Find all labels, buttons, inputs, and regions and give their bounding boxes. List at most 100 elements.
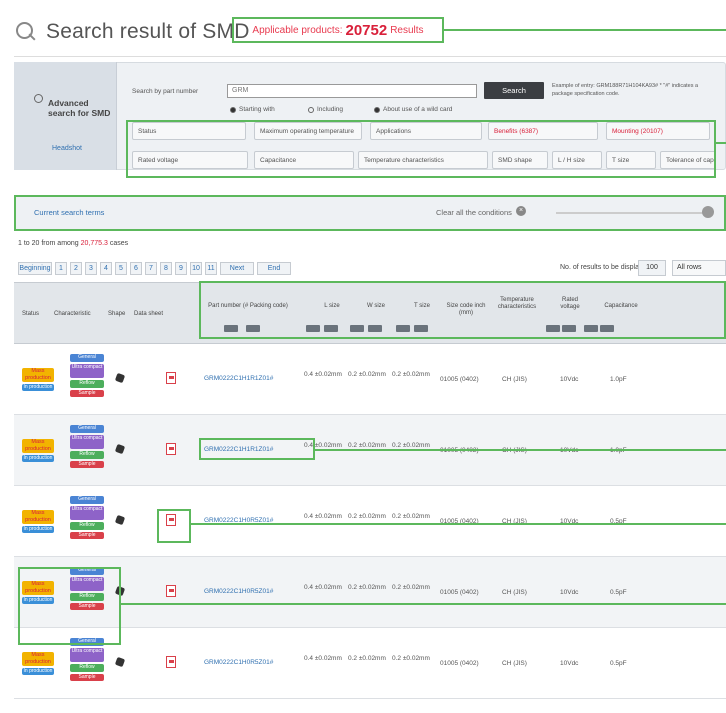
current-search-terms: Current search terms Clear all the condi…	[14, 195, 726, 231]
pagination-item[interactable]: 2	[70, 262, 82, 275]
char-badge-sample: Sample	[70, 674, 104, 681]
pdf-icon[interactable]	[166, 656, 176, 668]
pagination-item[interactable]: 6	[130, 262, 142, 275]
char-badge-ultra: Ultra compact	[70, 435, 104, 449]
pagination-item[interactable]: 5	[115, 262, 127, 275]
advanced-search-title: Advanced search for SMD	[48, 98, 111, 118]
temperature-cell: CH (JIS)	[502, 376, 527, 383]
char-badge-reflow: Reflow	[70, 380, 104, 388]
col-shape: Shape	[108, 311, 126, 317]
search-icon	[14, 20, 38, 44]
l-size-cell: 0.4 ±0.02mm	[304, 513, 342, 520]
part-number-highlight	[199, 438, 315, 460]
w-size-cell: 0.2 ±0.02mm	[348, 371, 386, 378]
radio-including[interactable]: Including	[308, 106, 343, 113]
chip-shape-icon	[114, 514, 126, 526]
page-title: Search result of SMD	[46, 20, 250, 43]
page-header: Search result of SMD	[14, 14, 250, 50]
clear-icon[interactable]: ×	[516, 206, 526, 216]
pagination-item[interactable]: 9	[175, 262, 187, 275]
advanced-search-link[interactable]: Headshot	[52, 145, 82, 152]
w-size-cell: 0.2 ±0.02mm	[348, 584, 386, 591]
wildcard-help[interactable]: About use of a wild card	[374, 106, 452, 113]
status-badge-secondary: In production	[22, 668, 54, 675]
clear-conditions-link[interactable]: Clear all the conditions	[436, 208, 512, 217]
results-count: 1 to 20 from among 20,775.3 cases	[18, 240, 129, 247]
char-badge-reflow: Reflow	[70, 451, 104, 459]
pagination-item[interactable]: End	[257, 262, 291, 275]
help-icon	[374, 106, 380, 113]
l-size-cell: 0.4 ±0.02mm	[304, 655, 342, 662]
display-sort-select[interactable]: All rows	[672, 260, 726, 276]
size-code-cell: 01005 (0402)	[440, 660, 479, 667]
magnifier-icon	[34, 94, 43, 103]
status-badge-secondary: In production	[22, 455, 54, 462]
slider-track[interactable]	[556, 212, 706, 214]
part-number-link[interactable]: GRM0222C1H0R5Z01#	[204, 588, 273, 595]
status-badge-secondary: In production	[22, 526, 54, 533]
chip-shape-icon	[114, 443, 126, 455]
l-size-cell: 0.4 ±0.02mm	[304, 371, 342, 378]
status-badge: Mass production	[22, 510, 54, 524]
part-number-link[interactable]: GRM0222C1H1R1Z01#	[204, 375, 273, 382]
current-search-title[interactable]: Current search terms	[34, 208, 104, 217]
pagination-item[interactable]: 1	[55, 262, 67, 275]
temperature-cell: CH (JIS)	[502, 660, 527, 667]
part-number-link[interactable]: GRM0222C1H0R5Z01#	[204, 659, 273, 666]
search-button[interactable]: Search	[484, 82, 544, 99]
table-row: Mass production In production General Ultra…	[14, 486, 726, 557]
status-badge: Mass production	[22, 652, 54, 666]
char-badge-sample: Sample	[70, 390, 104, 397]
callout-line	[191, 523, 726, 525]
columns-highlight	[199, 281, 726, 339]
pdf-icon[interactable]	[166, 372, 176, 384]
pdf-icon[interactable]	[166, 585, 176, 597]
col-datasheet: Data sheet	[134, 311, 164, 317]
w-size-cell: 0.2 ±0.02mm	[348, 655, 386, 662]
col-characteristic: Characteristic	[54, 311, 91, 317]
size-code-cell: 01005 (0402)	[440, 589, 479, 596]
divider	[14, 56, 726, 57]
t-size-cell: 0.2 ±0.02mm	[392, 371, 430, 378]
l-size-cell: 0.4 ±0.02mm	[304, 584, 342, 591]
pagination-item[interactable]: 8	[160, 262, 172, 275]
char-badge-ultra: Ultra compact	[70, 364, 104, 378]
char-badge-ultra: Ultra compact	[70, 648, 104, 662]
radio-starting-with[interactable]: Starting with	[230, 106, 275, 113]
part-number-input[interactable]: GRM	[227, 84, 477, 98]
capacitance-cell: 1.0pF	[610, 376, 627, 383]
display-count-select[interactable]: 100	[638, 260, 666, 276]
radio-icon	[308, 106, 314, 113]
slider-handle[interactable]	[702, 206, 714, 218]
status-badge-secondary: In production	[22, 384, 54, 391]
chip-shape-icon	[114, 656, 126, 668]
char-badge-general: General	[70, 354, 104, 362]
table-row: Mass production In production General Ultra…	[14, 344, 726, 415]
status-badge: Mass production	[22, 439, 54, 453]
applicable-products-count: Applicable products: 20752 Results	[232, 17, 444, 43]
radio-selected-icon	[230, 106, 236, 113]
pagination-item[interactable]: Beginning	[18, 262, 52, 275]
capacitance-cell: 0.5pF	[610, 589, 627, 596]
rated-voltage-cell: 10Vdc	[560, 589, 579, 596]
callout-line	[716, 142, 726, 144]
char-badge-general: General	[70, 496, 104, 504]
char-badge-reflow: Reflow	[70, 664, 104, 672]
char-badge-ultra: Ultra compact	[70, 506, 104, 520]
pagination-item[interactable]: 10	[190, 262, 202, 275]
pagination-item[interactable]: 7	[145, 262, 157, 275]
callout-line	[444, 29, 726, 31]
rated-voltage-cell: 10Vdc	[560, 660, 579, 667]
pagination-item[interactable]: 11	[205, 262, 217, 275]
pagination-item[interactable]: 4	[100, 262, 112, 275]
pagination-item[interactable]: Next	[220, 262, 254, 275]
col-status: Status	[22, 311, 40, 317]
char-badge-sample: Sample	[70, 532, 104, 539]
advanced-search-box: Advanced search for SMD Headshot	[14, 62, 117, 170]
chip-shape-icon	[114, 372, 126, 384]
callout-line	[315, 449, 726, 451]
search-example: Example of entry: GRM188R71H104KA93# * "…	[552, 83, 699, 97]
pdf-icon[interactable]	[166, 443, 176, 455]
status-highlight	[18, 567, 121, 645]
pagination-item[interactable]: 3	[85, 262, 97, 275]
